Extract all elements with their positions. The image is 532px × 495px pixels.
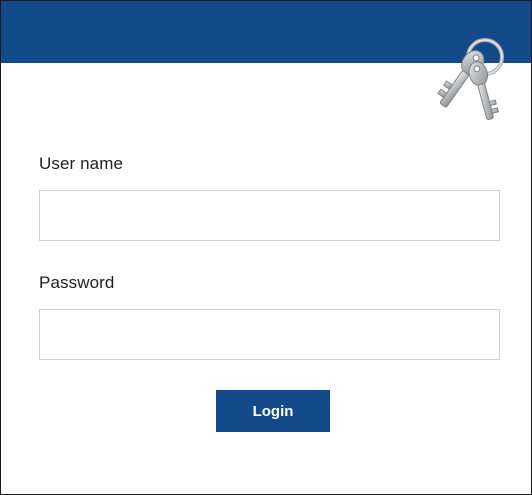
login-panel: User name Password Login	[0, 0, 532, 495]
password-label: Password	[39, 273, 115, 292]
password-field[interactable]	[39, 309, 500, 360]
keys-icon	[437, 38, 504, 120]
login-button[interactable]: Login	[216, 390, 330, 432]
username-field[interactable]	[39, 190, 500, 241]
username-label: User name	[39, 154, 124, 173]
